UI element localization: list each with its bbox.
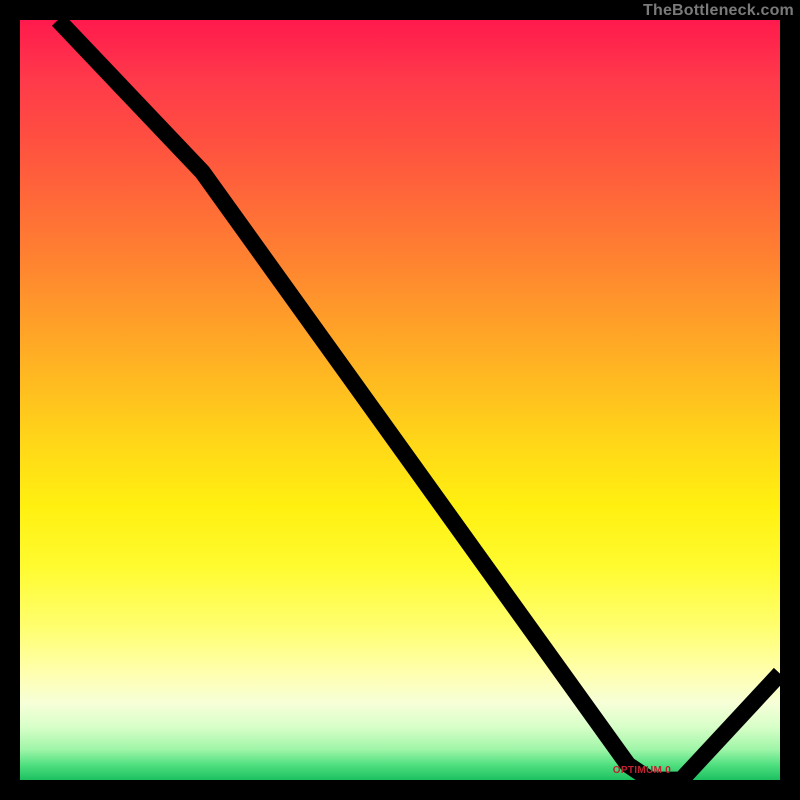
attribution-text: TheBottleneck.com xyxy=(643,2,794,20)
bottleneck-line xyxy=(20,20,780,780)
plot-area: OPTIMUM 0 xyxy=(20,20,780,780)
series-path xyxy=(58,20,780,780)
chart-frame: TheBottleneck.com OPTIMUM 0 xyxy=(0,0,800,800)
optimum-label: OPTIMUM 0 xyxy=(613,765,671,776)
